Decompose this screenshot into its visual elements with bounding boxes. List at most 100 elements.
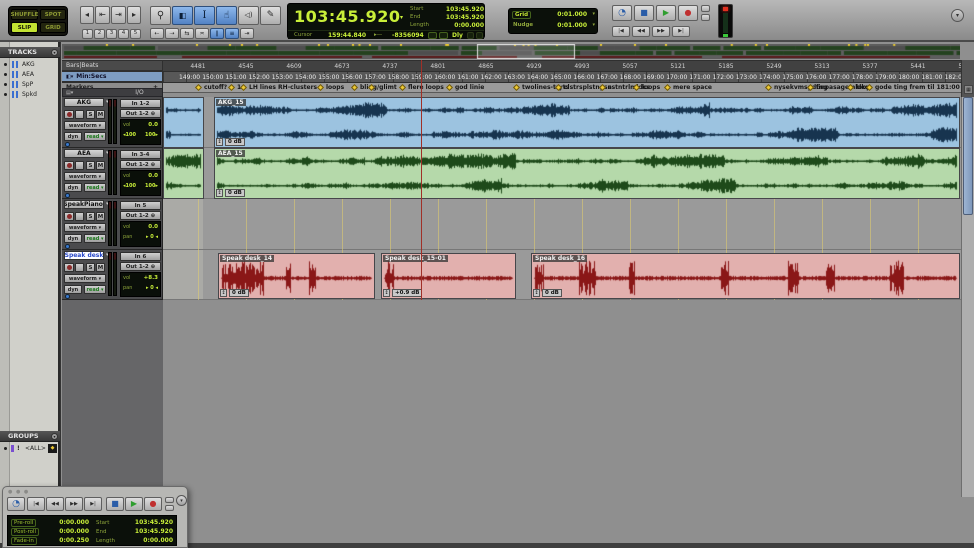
track-view-selector-icon[interactable]: ▤▾ bbox=[66, 90, 73, 96]
audio-zoom-button[interactable]: ⇤ bbox=[95, 6, 110, 24]
transport-rtz-button[interactable]: |◀ bbox=[27, 497, 45, 511]
vertical-scrollbar[interactable] bbox=[961, 97, 974, 497]
ruler-view-icon[interactable]: ▦ bbox=[964, 85, 973, 94]
marker-diamond-icon[interactable] bbox=[513, 84, 520, 91]
zoom-in-arrow-button[interactable]: ▸ bbox=[127, 6, 141, 24]
rewind-button[interactable]: ◀◀ bbox=[632, 26, 650, 37]
fadein-value[interactable]: 0:00.250 bbox=[59, 537, 89, 544]
preroll-label[interactable]: Pre-roll bbox=[11, 519, 36, 527]
play-button[interactable]: ▶ bbox=[656, 5, 676, 21]
mute-button[interactable]: M bbox=[96, 110, 105, 119]
tracks-panel-header[interactable]: TRACKS ▾ bbox=[0, 47, 60, 58]
transport-stop-button[interactable]: ■ bbox=[106, 497, 124, 511]
input-monitor-button[interactable] bbox=[75, 263, 84, 272]
zoomer-tool-icon[interactable]: ⚲ bbox=[150, 6, 171, 25]
timeline-insertion-icon[interactable] bbox=[428, 32, 437, 39]
pan-row[interactable]: pan▸ 0 ◂ bbox=[121, 283, 160, 293]
tstart-value[interactable]: 103:45.920 bbox=[135, 519, 173, 526]
input-path-button[interactable]: In 5 bbox=[120, 201, 161, 210]
track-name[interactable]: SpeakPiano' bbox=[64, 200, 104, 209]
nudge-menu-icon[interactable]: ▾ bbox=[592, 22, 595, 28]
pencil-tool-icon[interactable]: ✎ bbox=[260, 6, 281, 25]
stop-button[interactable]: ■ bbox=[634, 5, 654, 21]
automation-mode-button[interactable]: read ▾ bbox=[84, 234, 106, 243]
transport-mini-toggle-2[interactable] bbox=[165, 505, 174, 511]
mute-button[interactable]: M bbox=[96, 263, 105, 272]
main-counter-display[interactable]: 103:45.920 ▾ Start103:45.920 End103:45.9… bbox=[287, 3, 485, 39]
automation-dot-icon[interactable] bbox=[65, 142, 70, 147]
minsec-ruler[interactable]: 149:00150:00151:00152:00153:00154:00155:… bbox=[163, 71, 961, 82]
automation-dot-icon[interactable] bbox=[65, 193, 70, 198]
transport-play-button[interactable]: ▶ bbox=[125, 497, 143, 511]
output-path-button[interactable]: Out 1-2 ⊕ bbox=[120, 262, 161, 271]
marker-diamond-icon[interactable] bbox=[765, 84, 772, 91]
audio-clip-Speak-desk_15-01[interactable]: Speak desk_15-01↕+0.9 dB bbox=[381, 253, 516, 299]
zoom-out-arrow-button[interactable]: ◂ bbox=[80, 6, 94, 24]
record-enable-button[interactable] bbox=[64, 161, 74, 170]
solo-button[interactable]: S bbox=[86, 110, 95, 119]
zoom-preset-1[interactable]: 1 bbox=[82, 29, 93, 39]
vertical-scrollbar-thumb[interactable] bbox=[963, 97, 973, 215]
grid-mode-button[interactable]: GRID bbox=[40, 22, 66, 33]
pan-row[interactable]: pan▸ 0 ◂ bbox=[121, 232, 160, 242]
track-name[interactable]: AKG bbox=[64, 98, 104, 107]
volume-row[interactable]: vol+8.3 bbox=[121, 273, 160, 283]
group-symbol-icon[interactable]: ◆ bbox=[48, 444, 57, 453]
minsec-ruler-label[interactable]: ◧▾ Min:Secs bbox=[62, 71, 163, 82]
marker-label[interactable]: loops bbox=[642, 84, 660, 91]
track-view-selector[interactable]: waveform ▾ bbox=[64, 274, 106, 283]
transport-toggle-2[interactable] bbox=[701, 14, 710, 21]
nudge-value-label[interactable]: Nudge bbox=[513, 22, 533, 28]
marker-label[interactable]: cutoff? bbox=[204, 84, 227, 91]
input-path-button[interactable]: In 1-2 bbox=[120, 99, 161, 108]
dyn-button[interactable]: dyn bbox=[64, 285, 82, 294]
clip-gain-badge[interactable]: 0 dB bbox=[542, 289, 562, 297]
transport-mini-toggle-1[interactable] bbox=[165, 497, 174, 503]
dyn-button[interactable]: dyn bbox=[64, 183, 82, 192]
track-name[interactable]: Speak desk bbox=[64, 251, 104, 260]
transport-window[interactable]: ● ● ● ◔ |◀ ◀◀ ▶▶ ▶| ■ ▶ ● ▾ Pre-roll0:00… bbox=[2, 486, 188, 548]
shuffle-mode-button[interactable]: SHUFFLE bbox=[11, 9, 38, 20]
tracks-list-item-Spkd[interactable]: Spkd bbox=[0, 90, 60, 100]
marker-diamond-icon[interactable] bbox=[446, 84, 453, 91]
input-path-button[interactable]: In 3-4 bbox=[120, 150, 161, 159]
transport-rewind-button[interactable]: ◀◀ bbox=[46, 497, 64, 511]
volume-row[interactable]: vol0.0 bbox=[121, 120, 160, 130]
counter-timebase-menu-icon[interactable]: ▾ bbox=[400, 14, 403, 21]
transport-gotoend-button[interactable]: ▶| bbox=[84, 497, 102, 511]
output-path-button[interactable]: Out 1-2 ⊕ bbox=[120, 160, 161, 169]
playhead-cursor[interactable] bbox=[421, 60, 422, 300]
track-name[interactable]: AEA bbox=[64, 149, 104, 158]
solo-button[interactable]: S bbox=[86, 263, 95, 272]
pan-row[interactable]: ◂100100▸ bbox=[121, 181, 160, 191]
edit-small-button-0[interactable]: ⇠ bbox=[150, 28, 164, 39]
tracks-list-item-AKG[interactable]: AKG bbox=[0, 60, 60, 70]
edit-small-button-3[interactable]: ≍ bbox=[195, 28, 209, 39]
record-enable-button[interactable] bbox=[64, 263, 74, 272]
input-monitor-button[interactable] bbox=[75, 212, 84, 221]
online-button[interactable]: ◔ bbox=[612, 5, 632, 21]
mute-button[interactable]: M bbox=[96, 161, 105, 170]
marker-diamond-icon[interactable] bbox=[317, 84, 324, 91]
zoom-preset-5[interactable]: 5 bbox=[130, 29, 141, 39]
selector-tool-icon[interactable]: I bbox=[194, 6, 215, 25]
tlength-value[interactable]: 0:00.000 bbox=[143, 537, 173, 544]
spot-mode-button[interactable]: SPOT bbox=[40, 9, 66, 20]
fast-forward-button[interactable]: ▶▶ bbox=[652, 26, 670, 37]
delay-chip-2[interactable] bbox=[476, 32, 483, 39]
universe-overview-strip[interactable] bbox=[62, 44, 960, 59]
marker-label[interactable]: LH lines RH-clusters bbox=[249, 84, 317, 91]
marker-label[interactable]: loops bbox=[326, 84, 344, 91]
volume-row[interactable]: vol0.0 bbox=[121, 222, 160, 232]
fadein-label[interactable]: Fade-in bbox=[11, 537, 37, 545]
clip-gain-badge[interactable]: 0 dB bbox=[225, 189, 245, 197]
grid-menu-icon[interactable]: ▾ bbox=[592, 11, 595, 17]
window-traffic-lights[interactable]: ● ● ● bbox=[8, 489, 29, 495]
marker-diamond-icon[interactable] bbox=[228, 84, 235, 91]
solo-button[interactable]: S bbox=[86, 212, 95, 221]
record-button[interactable]: ● bbox=[678, 5, 698, 21]
bars-ruler-label[interactable]: Bars|Beats bbox=[62, 60, 163, 71]
toolbar-options-menu-icon[interactable]: ▾ bbox=[951, 9, 964, 22]
audio-clip-partial[interactable] bbox=[163, 97, 204, 148]
trimmer-tool-icon[interactable]: ◧ bbox=[172, 6, 193, 25]
